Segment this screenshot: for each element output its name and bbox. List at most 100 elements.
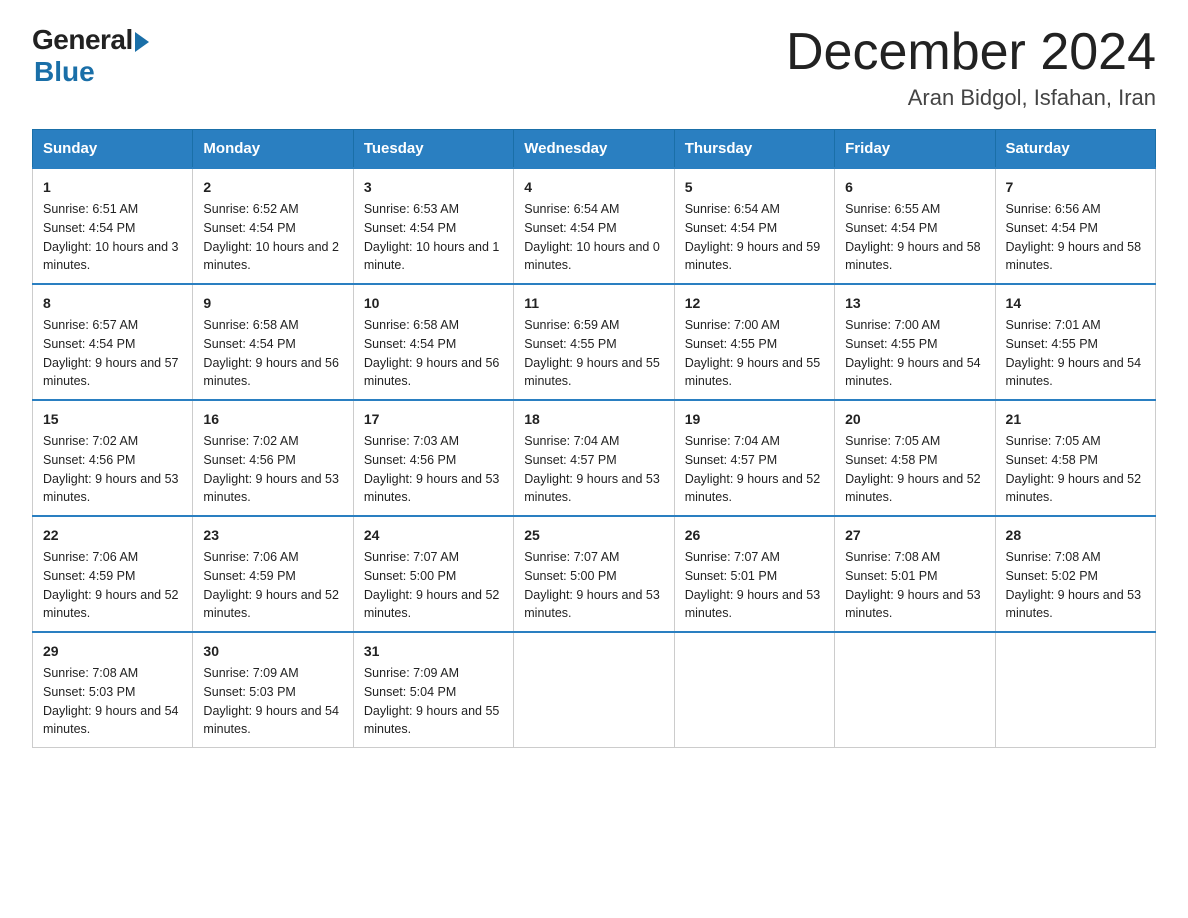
sunrise-line: Sunrise: 6:58 AM: [203, 318, 298, 332]
sunrise-line: Sunrise: 6:59 AM: [524, 318, 619, 332]
daylight-line: Daylight: 10 hours and 1 minute.: [364, 240, 500, 273]
sunrise-line: Sunrise: 7:05 AM: [1006, 434, 1101, 448]
calendar-cell: 26Sunrise: 7:07 AMSunset: 5:01 PMDayligh…: [674, 516, 834, 632]
day-number: 9: [203, 293, 342, 314]
daylight-line: Daylight: 9 hours and 53 minutes.: [203, 472, 339, 505]
day-number: 1: [43, 177, 182, 198]
calendar-cell: 29Sunrise: 7:08 AMSunset: 5:03 PMDayligh…: [33, 632, 193, 748]
calendar-cell: 19Sunrise: 7:04 AMSunset: 4:57 PMDayligh…: [674, 400, 834, 516]
sunset-line: Sunset: 4:55 PM: [685, 337, 777, 351]
sunset-line: Sunset: 5:00 PM: [524, 569, 616, 583]
daylight-line: Daylight: 9 hours and 53 minutes.: [364, 472, 500, 505]
day-number: 8: [43, 293, 182, 314]
day-number: 12: [685, 293, 824, 314]
daylight-line: Daylight: 10 hours and 3 minutes.: [43, 240, 179, 273]
sunrise-line: Sunrise: 7:02 AM: [43, 434, 138, 448]
calendar-week-3: 15Sunrise: 7:02 AMSunset: 4:56 PMDayligh…: [33, 400, 1156, 516]
day-number: 3: [364, 177, 503, 198]
calendar-body: 1 Sunrise: 6:51 AM Sunset: 4:54 PM Daylight…: [33, 168, 1156, 748]
day-number: 4: [524, 177, 663, 198]
daylight-line: Daylight: 9 hours and 55 minutes.: [685, 356, 821, 389]
weekday-header-friday: Friday: [835, 130, 995, 169]
sunset-line: Sunset: 4:58 PM: [1006, 453, 1098, 467]
calendar-cell: 21Sunrise: 7:05 AMSunset: 4:58 PMDayligh…: [995, 400, 1155, 516]
daylight-line: Daylight: 9 hours and 54 minutes.: [203, 704, 339, 737]
day-number: 6: [845, 177, 984, 198]
sunset-line: Sunset: 4:54 PM: [524, 221, 616, 235]
calendar-week-4: 22Sunrise: 7:06 AMSunset: 4:59 PMDayligh…: [33, 516, 1156, 632]
sunset-line: Sunset: 4:55 PM: [1006, 337, 1098, 351]
weekday-header-sunday: Sunday: [33, 130, 193, 169]
sunset-line: Sunset: 4:59 PM: [43, 569, 135, 583]
calendar-cell: 2Sunrise: 6:52 AMSunset: 4:54 PMDaylight…: [193, 168, 353, 284]
logo: General Blue: [32, 24, 149, 88]
sunset-line: Sunset: 5:01 PM: [685, 569, 777, 583]
sunset-line: Sunset: 5:00 PM: [364, 569, 456, 583]
sunrise-line: Sunrise: 7:06 AM: [43, 550, 138, 564]
calendar-cell: 4 Sunrise: 6:54 AM Sunset: 4:54 PM Daylight…: [514, 168, 674, 284]
sunrise-line: Sunrise: 6:54 AM: [685, 202, 780, 216]
sunrise-line: Sunrise: 7:08 AM: [1006, 550, 1101, 564]
daylight-line: Daylight: 9 hours and 59 minutes.: [685, 240, 821, 273]
sunset-line: Sunset: 4:54 PM: [685, 221, 777, 235]
sunrise-line: Sunrise: 6:55 AM: [845, 202, 940, 216]
calendar-cell: 5Sunrise: 6:54 AMSunset: 4:54 PMDaylight…: [674, 168, 834, 284]
sunset-line: Sunset: 4:57 PM: [524, 453, 616, 467]
sunrise-line: Sunrise: 6:51 AM: [43, 202, 138, 216]
day-number: 24: [364, 525, 503, 546]
calendar-cell: 11Sunrise: 6:59 AMSunset: 4:55 PMDayligh…: [514, 284, 674, 400]
day-number: 21: [1006, 409, 1145, 430]
sunrise-line: Sunrise: 7:08 AM: [845, 550, 940, 564]
sunrise-line: Sunrise: 7:08 AM: [43, 666, 138, 680]
sunset-line: Sunset: 4:54 PM: [364, 221, 456, 235]
weekday-header-wednesday: Wednesday: [514, 130, 674, 169]
daylight-line: Daylight: 9 hours and 55 minutes.: [524, 356, 660, 389]
calendar-week-2: 8Sunrise: 6:57 AMSunset: 4:54 PMDaylight…: [33, 284, 1156, 400]
calendar-cell: [835, 632, 995, 748]
daylight-line: Daylight: 9 hours and 56 minutes.: [364, 356, 500, 389]
sunset-line: Sunset: 4:56 PM: [43, 453, 135, 467]
weekday-header-thursday: Thursday: [674, 130, 834, 169]
calendar-cell: [514, 632, 674, 748]
sunset-line: Sunset: 5:02 PM: [1006, 569, 1098, 583]
calendar-cell: 3Sunrise: 6:53 AMSunset: 4:54 PMDaylight…: [353, 168, 513, 284]
sunrise-line: Sunrise: 7:02 AM: [203, 434, 298, 448]
logo-arrow-icon: [135, 32, 149, 52]
daylight-line: Daylight: 9 hours and 53 minutes.: [1006, 588, 1142, 621]
sunrise-line: Sunrise: 7:01 AM: [1006, 318, 1101, 332]
sunrise-line: Sunrise: 7:07 AM: [364, 550, 459, 564]
calendar-cell: 24Sunrise: 7:07 AMSunset: 5:00 PMDayligh…: [353, 516, 513, 632]
sunset-line: Sunset: 4:55 PM: [524, 337, 616, 351]
day-number: 27: [845, 525, 984, 546]
weekday-header-tuesday: Tuesday: [353, 130, 513, 169]
calendar-cell: 9Sunrise: 6:58 AMSunset: 4:54 PMDaylight…: [193, 284, 353, 400]
daylight-line: Daylight: 9 hours and 53 minutes.: [524, 588, 660, 621]
sunrise-line: Sunrise: 7:06 AM: [203, 550, 298, 564]
sunset-line: Sunset: 4:55 PM: [845, 337, 937, 351]
daylight-line: Daylight: 9 hours and 52 minutes.: [43, 588, 179, 621]
calendar-cell: 10Sunrise: 6:58 AMSunset: 4:54 PMDayligh…: [353, 284, 513, 400]
logo-blue-text: Blue: [34, 56, 95, 88]
calendar-cell: 15Sunrise: 7:02 AMSunset: 4:56 PMDayligh…: [33, 400, 193, 516]
sunrise-line: Sunrise: 6:58 AM: [364, 318, 459, 332]
weekday-row: SundayMondayTuesdayWednesdayThursdayFrid…: [33, 130, 1156, 169]
daylight-line: Daylight: 9 hours and 54 minutes.: [1006, 356, 1142, 389]
sunset-line: Sunset: 4:56 PM: [364, 453, 456, 467]
sunrise-line: Sunrise: 6:54 AM: [524, 202, 619, 216]
sunrise-line: Sunrise: 7:04 AM: [524, 434, 619, 448]
daylight-line: Daylight: 9 hours and 53 minutes.: [43, 472, 179, 505]
calendar-cell: 27Sunrise: 7:08 AMSunset: 5:01 PMDayligh…: [835, 516, 995, 632]
daylight-line: Daylight: 10 hours and 0 minutes.: [524, 240, 660, 273]
daylight-line: Daylight: 9 hours and 57 minutes.: [43, 356, 179, 389]
daylight-line: Daylight: 9 hours and 53 minutes.: [524, 472, 660, 505]
sunrise-line: Sunrise: 7:00 AM: [845, 318, 940, 332]
calendar-header: SundayMondayTuesdayWednesdayThursdayFrid…: [33, 130, 1156, 169]
day-number: 20: [845, 409, 984, 430]
calendar-table: SundayMondayTuesdayWednesdayThursdayFrid…: [32, 129, 1156, 748]
sunset-line: Sunset: 4:58 PM: [845, 453, 937, 467]
sunset-line: Sunset: 4:54 PM: [43, 221, 135, 235]
day-number: 26: [685, 525, 824, 546]
day-number: 18: [524, 409, 663, 430]
sunset-line: Sunset: 5:03 PM: [203, 685, 295, 699]
logo-general-text: General: [32, 24, 133, 56]
